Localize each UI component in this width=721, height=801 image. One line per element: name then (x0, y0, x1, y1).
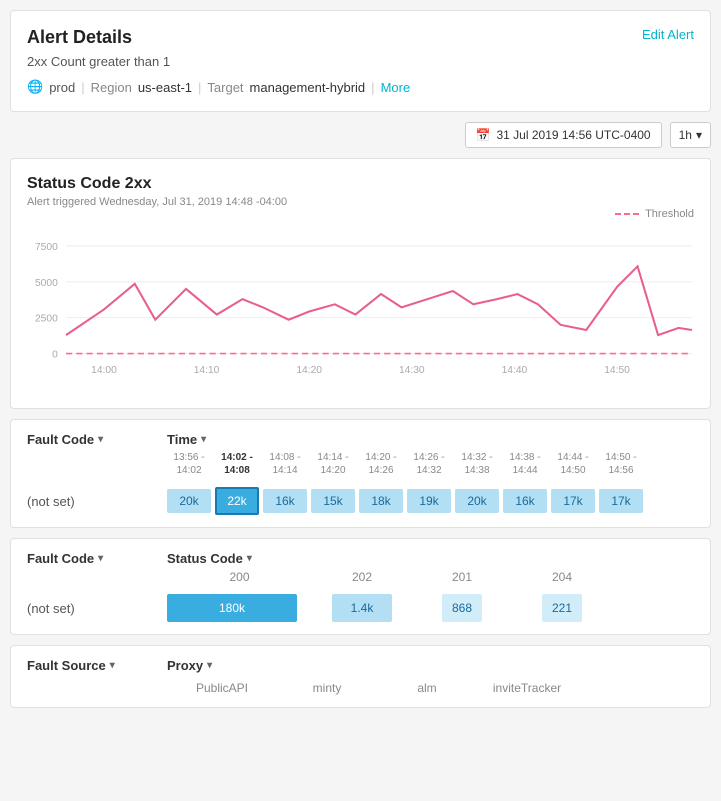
fault-code-col-header: Fault Code ▾ (27, 432, 167, 447)
time-range-value: 1h (679, 128, 692, 142)
proxy-header[interactable]: Proxy ▾ (167, 658, 694, 673)
fault-code-chevron-2: ▾ (98, 553, 103, 564)
proxy-chevron: ▾ (207, 660, 212, 671)
svg-text:2500: 2500 (35, 314, 58, 325)
svg-text:14:00: 14:00 (91, 365, 117, 376)
time-sub-headers: 13:56 -14:02 14:02 -14:08 14:08 -14:14 1… (11, 447, 710, 481)
fault-code-time-row: (not set) 20k 22k 16k 15k 18k 19k 20k 16… (11, 481, 710, 527)
time-col-8: 14:44 -14:50 (551, 451, 595, 477)
fault-code-chevron: ▾ (98, 434, 103, 445)
target-label: Target (207, 80, 243, 95)
chart-card: Status Code 2xx Alert triggered Wednesda… (10, 158, 711, 409)
alert-meta: 🌐 prod | Region us-east-1 | Target manag… (27, 79, 694, 95)
status-cell-201[interactable]: 868 (442, 594, 482, 622)
proxy-col-alm: alm (377, 681, 477, 695)
edit-alert-link[interactable]: Edit Alert (642, 27, 694, 42)
time-col-2: 14:08 -14:14 (263, 451, 307, 477)
chart-subtitle: Alert triggered Wednesday, Jul 31, 2019 … (27, 196, 694, 208)
svg-text:14:40: 14:40 (502, 365, 528, 376)
chart-title: Status Code 2xx (27, 175, 694, 193)
status-col-headers: 200 202 201 204 (11, 566, 710, 588)
svg-text:5000: 5000 (35, 278, 58, 289)
time-cell-3[interactable]: 15k (311, 489, 355, 513)
status-code-chevron: ▾ (247, 553, 252, 564)
time-range-select[interactable]: 1h ▾ (670, 122, 711, 148)
fault-code-header[interactable]: Fault Code ▾ (27, 432, 167, 447)
fault-code-status-table: Fault Code ▾ Status Code ▾ 200 202 201 2… (10, 538, 711, 635)
threshold-line-sample (615, 213, 639, 215)
chart-container: 7500 5000 2500 0 14:00 14:10 14:20 14:30… (27, 232, 694, 392)
time-col-7: 14:38 -14:44 (503, 451, 547, 477)
alert-details-card: Alert Details Edit Alert 2xx Count great… (10, 10, 711, 112)
row-label-2: (not set) (27, 601, 167, 616)
time-col-6: 14:32 -14:38 (455, 451, 499, 477)
time-cell-0[interactable]: 20k (167, 489, 211, 513)
svg-text:14:50: 14:50 (604, 365, 630, 376)
svg-text:14:20: 14:20 (296, 365, 322, 376)
proxy-col-invitetracker: inviteTracker (477, 681, 577, 695)
svg-text:0: 0 (52, 350, 58, 361)
time-cell-9[interactable]: 17k (599, 489, 643, 513)
region-label: Region (91, 80, 132, 95)
proxy-col-minty: minty (277, 681, 377, 695)
time-cell-5[interactable]: 19k (407, 489, 451, 513)
fault-source-chevron: ▾ (110, 660, 115, 671)
time-col-0: 13:56 -14:02 (167, 451, 211, 477)
alert-details-title: Alert Details (27, 27, 132, 48)
status-col-200: 200 (167, 570, 312, 584)
status-cell-200[interactable]: 180k (167, 594, 297, 622)
time-cell-6[interactable]: 20k (455, 489, 499, 513)
time-col-5: 14:26 -14:32 (407, 451, 451, 477)
status-col-201: 201 (412, 570, 512, 584)
time-col-9: 14:50 -14:56 (599, 451, 643, 477)
time-controls: 📅 31 Jul 2019 14:56 UTC-0400 1h ▾ (10, 122, 711, 148)
fault-source-proxy-table: Fault Source ▾ Proxy ▾ PublicAPI minty a… (10, 645, 711, 708)
row-label-1: (not set) (27, 494, 167, 509)
env-value: prod (49, 80, 75, 95)
chart-svg: 7500 5000 2500 0 14:00 14:10 14:20 14:30… (27, 232, 694, 392)
date-value: 31 Jul 2019 14:56 UTC-0400 (497, 128, 651, 142)
time-cell-4[interactable]: 18k (359, 489, 403, 513)
time-cell-2[interactable]: 16k (263, 489, 307, 513)
status-col-202: 202 (312, 570, 412, 584)
time-col-1: 14:02 -14:08 (215, 451, 259, 477)
time-cell-1[interactable]: 22k (215, 487, 259, 515)
alert-details-header: Alert Details Edit Alert (27, 27, 694, 48)
threshold-label: Threshold (645, 208, 694, 220)
proxy-col-publicapi: PublicAPI (167, 681, 277, 695)
chevron-down-icon: ▾ (696, 128, 702, 142)
proxy-col-headers: PublicAPI minty alm inviteTracker (11, 673, 710, 707)
chart-legend: Threshold (27, 208, 694, 220)
svg-text:7500: 7500 (35, 242, 58, 253)
status-col-204: 204 (512, 570, 612, 584)
time-col-4: 14:20 -14:26 (359, 451, 403, 477)
target-value: management-hybrid (250, 80, 366, 95)
svg-text:14:30: 14:30 (399, 365, 425, 376)
date-picker[interactable]: 📅 31 Jul 2019 14:56 UTC-0400 (465, 122, 662, 148)
fault-source-header[interactable]: Fault Source ▾ (27, 658, 167, 673)
region-value: us-east-1 (138, 80, 192, 95)
time-cell-8[interactable]: 17k (551, 489, 595, 513)
status-cell-202[interactable]: 1.4k (332, 594, 392, 622)
fault-code-time-table: Fault Code ▾ Time ▾ 13:56 -14:02 14:02 -… (10, 419, 711, 528)
time-chevron: ▾ (201, 434, 206, 445)
time-header[interactable]: Time ▾ (167, 432, 694, 447)
status-cell-204[interactable]: 221 (542, 594, 582, 622)
status-code-header[interactable]: Status Code ▾ (167, 551, 694, 566)
globe-icon: 🌐 (27, 79, 43, 95)
more-link[interactable]: More (381, 80, 411, 95)
alert-description: 2xx Count greater than 1 (27, 54, 694, 69)
fault-code-header-2[interactable]: Fault Code ▾ (27, 551, 167, 566)
svg-text:14:10: 14:10 (194, 365, 220, 376)
time-col-3: 14:14 -14:20 (311, 451, 355, 477)
time-cell-7[interactable]: 16k (503, 489, 547, 513)
calendar-icon: 📅 (476, 128, 491, 142)
fault-code-status-row: (not set) 180k 1.4k 868 221 (11, 588, 710, 634)
